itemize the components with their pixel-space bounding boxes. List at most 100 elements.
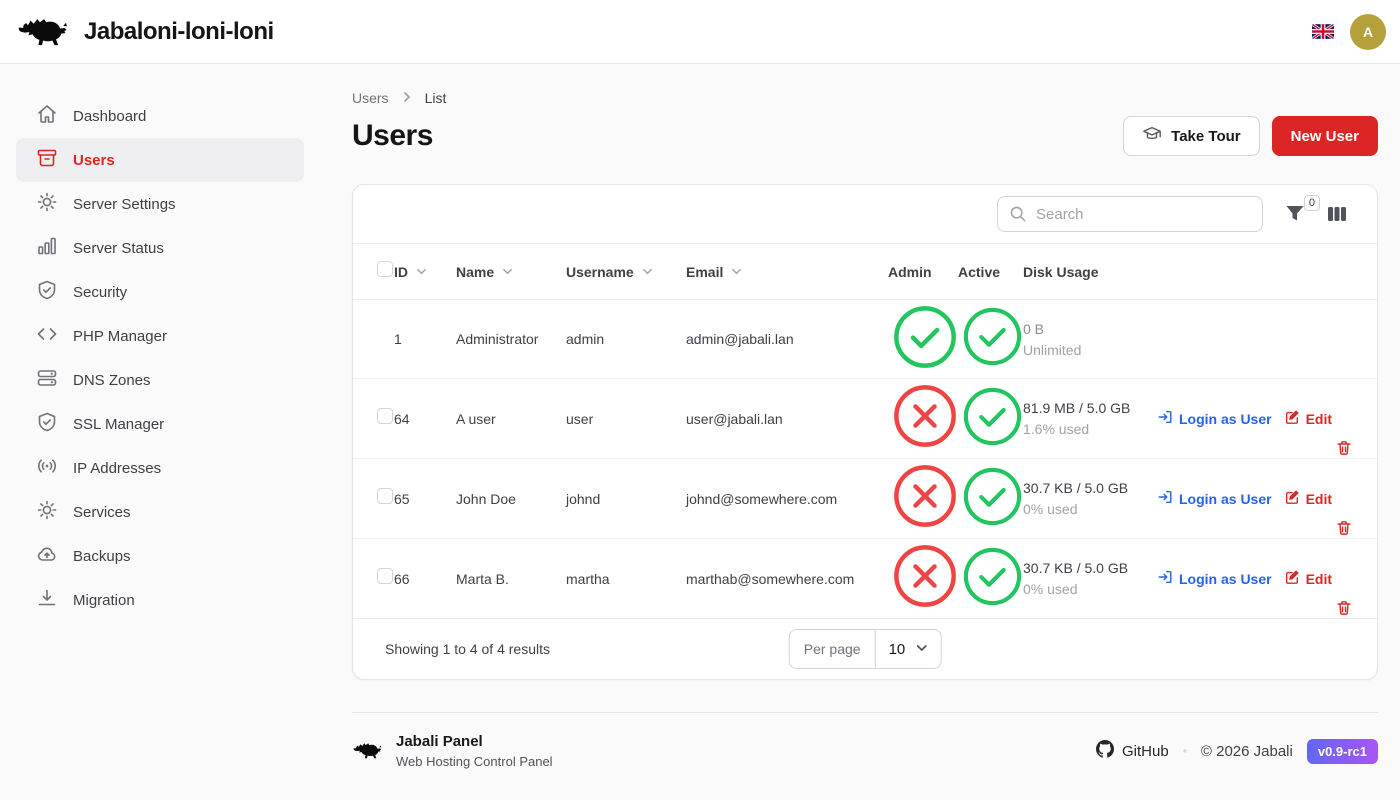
column-header-name[interactable]: Name (456, 264, 566, 280)
edit-icon (1284, 489, 1300, 508)
edit-button[interactable]: Edit (1284, 489, 1332, 508)
table-footer: Showing 1 to 4 of 4 results Per page 10 (353, 618, 1377, 679)
cell-username: johnd (566, 491, 686, 507)
table-header-row: ID NameUsername EmailAdmin Active Disk Usage (353, 244, 1377, 300)
check-circle-icon (960, 356, 1025, 373)
sidebar-item-label: PHP Manager (73, 328, 167, 345)
delete-button[interactable] (1335, 520, 1353, 538)
row-checkbox[interactable] (377, 568, 393, 584)
archive-box-icon (36, 147, 58, 173)
cell-email: marthab@somewhere.com (686, 571, 888, 587)
cell-disk-usage: 0 B Unlimited (1023, 321, 1157, 358)
sidebar-item-server-settings[interactable]: Server Settings (16, 182, 304, 226)
sidebar-item-dns-zones[interactable]: DNS Zones (16, 358, 304, 402)
version-badge[interactable]: v0.9-rc1 (1307, 739, 1378, 764)
check-circle-icon (890, 359, 960, 376)
delete-button[interactable] (1335, 440, 1353, 458)
cell-name: A user (456, 411, 566, 427)
sidebar-item-ip-addresses[interactable]: IP Addresses (16, 446, 304, 490)
table-row-user-65: 65 John Doe johnd johnd@somewhere.com 30… (353, 458, 1377, 538)
gear-icon (36, 499, 58, 525)
table-toolbar: 0 (353, 185, 1377, 244)
sort-chevron-icon (416, 264, 427, 280)
x-circle-icon (890, 438, 960, 455)
copyright: © 2026 Jabali (1201, 743, 1293, 760)
column-header-email[interactable]: Email (686, 264, 888, 280)
column-label: Username (566, 264, 634, 280)
cell-id: 1 (394, 331, 456, 347)
sidebar-item-label: Server Settings (73, 196, 176, 213)
column-label: Disk Usage (1023, 264, 1098, 280)
edit-button[interactable]: Edit (1284, 409, 1332, 428)
row-checkbox[interactable] (377, 488, 393, 504)
cell-name: Marta B. (456, 571, 566, 587)
sidebar-item-users[interactable]: Users (16, 138, 304, 182)
column-header-id[interactable]: ID (394, 264, 456, 280)
select-all-checkbox[interactable] (377, 261, 393, 277)
login-as-user-button[interactable]: Login as User (1157, 569, 1272, 588)
code-icon (36, 323, 58, 349)
sort-chevron-icon (502, 264, 513, 280)
sidebar-item-label: Services (73, 504, 131, 521)
new-user-button[interactable]: New User (1272, 116, 1378, 156)
breadcrumb: Users List (352, 90, 1378, 106)
edit-icon (1284, 569, 1300, 588)
disk-secondary: 0% used (1023, 501, 1157, 517)
sidebar-item-label: Dashboard (73, 108, 146, 125)
cell-actions: Login as User Edit (1157, 409, 1377, 428)
edit-button[interactable]: Edit (1284, 569, 1332, 588)
column-label: Active (958, 264, 1000, 280)
table-row-user-1: 1 Administrator admin admin@jabali.lan 0… (353, 300, 1377, 378)
sidebar-item-server-status[interactable]: Server Status (16, 226, 304, 270)
page-footer: Jabali Panel Web Hosting Control Panel G… (352, 712, 1378, 769)
column-label: Admin (888, 264, 932, 280)
sidebar-item-label: Security (73, 284, 127, 301)
sidebar-item-backups[interactable]: Backups (16, 534, 304, 578)
sidebar-item-services[interactable]: Services (16, 490, 304, 534)
users-table: ID NameUsername EmailAdmin Active Disk Usage… (353, 244, 1377, 679)
cell-actions: Login as User Edit (1157, 489, 1377, 508)
breadcrumb-users[interactable]: Users (352, 90, 389, 106)
bar-chart-icon (36, 235, 58, 261)
user-avatar[interactable]: A (1350, 14, 1386, 50)
sidebar-item-migration[interactable]: Migration (16, 578, 304, 622)
trash-icon (1335, 600, 1353, 618)
cell-username: martha (566, 571, 686, 587)
table-row-user-64: 64 A user user user@jabali.lan 81.9 MB /… (353, 378, 1377, 458)
toggle-columns-button[interactable] (1327, 204, 1347, 224)
login-as-user-button[interactable]: Login as User (1157, 409, 1272, 428)
graduation-cap-icon (1142, 124, 1162, 148)
disk-primary: 0 B (1023, 321, 1157, 337)
sidebar-item-php-manager[interactable]: PHP Manager (16, 314, 304, 358)
sort-chevron-icon (731, 264, 742, 280)
sidebar-item-dashboard[interactable]: Dashboard (16, 94, 304, 138)
take-tour-button[interactable]: Take Tour (1123, 116, 1259, 156)
per-page-select[interactable]: 10 (876, 630, 941, 668)
sidebar-item-ssl-manager[interactable]: SSL Manager (16, 402, 304, 446)
column-label: ID (394, 264, 408, 280)
github-link[interactable]: GitHub (1096, 740, 1169, 762)
language-flag-icon[interactable] (1312, 24, 1334, 39)
disk-secondary: 1.6% used (1023, 421, 1157, 437)
search-input[interactable] (997, 196, 1263, 232)
trash-icon (1335, 440, 1353, 458)
results-summary: Showing 1 to 4 of 4 results (353, 641, 550, 657)
shield-check-icon (36, 411, 58, 437)
row-checkbox[interactable] (377, 408, 393, 424)
disk-primary: 30.7 KB / 5.0 GB (1023, 560, 1157, 576)
delete-button[interactable] (1335, 600, 1353, 618)
boar-logo-icon (352, 738, 382, 765)
x-circle-icon (890, 518, 960, 535)
users-table-card: 0 ID NameUsername EmailAdmin Active Disk Usa… (352, 184, 1378, 680)
footer-app-subtitle: Web Hosting Control Panel (396, 754, 553, 769)
cell-name: Administrator (456, 331, 566, 347)
edit-icon (1284, 409, 1300, 428)
column-header-username[interactable]: Username (566, 264, 686, 280)
brand[interactable]: Jabaloni-loni-loni (16, 10, 274, 53)
sidebar-item-security[interactable]: Security (16, 270, 304, 314)
check-circle-icon (960, 596, 1025, 613)
topbar: Jabaloni-loni-loni A (0, 0, 1400, 64)
take-tour-label: Take Tour (1171, 128, 1240, 145)
login-as-user-button[interactable]: Login as User (1157, 489, 1272, 508)
filter-button[interactable]: 0 (1285, 204, 1305, 224)
